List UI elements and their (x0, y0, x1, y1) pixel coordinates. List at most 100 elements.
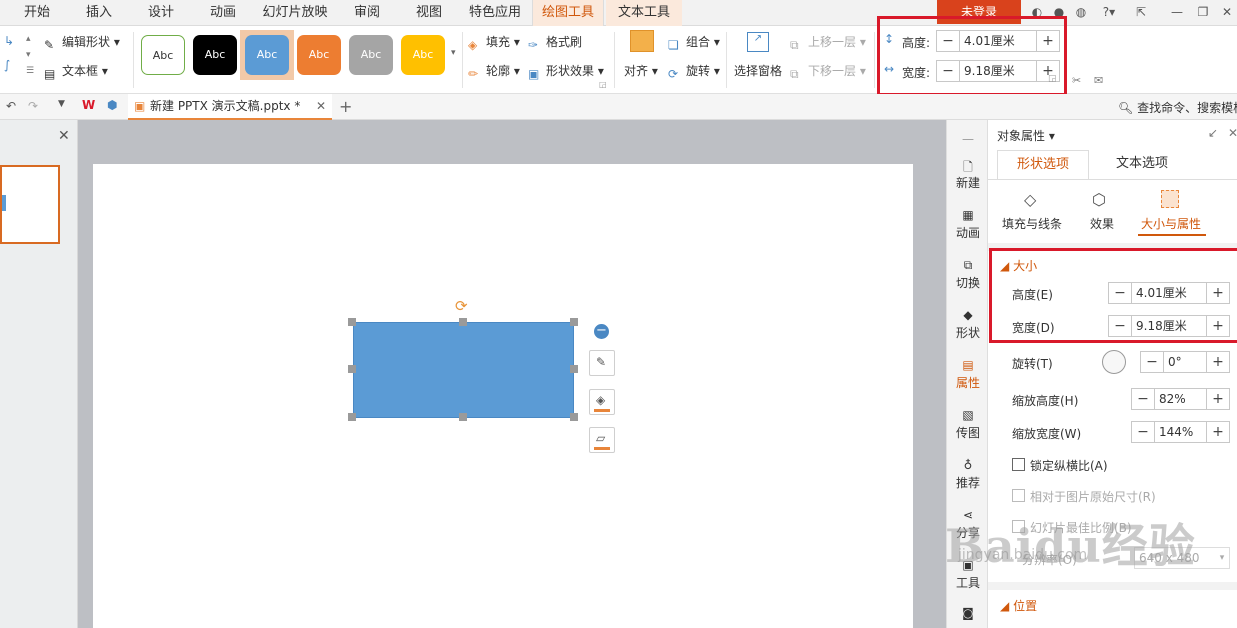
resize-handle[interactable] (348, 318, 356, 326)
menu-review[interactable]: 审阅 (344, 0, 390, 26)
style-swatch-gray[interactable]: Abc (349, 35, 393, 75)
fill-button[interactable]: ◈ 填充 ▾ (468, 33, 520, 52)
rotation-input[interactable]: 0° (1163, 352, 1207, 372)
wps-logo-icon[interactable]: W (82, 98, 95, 112)
menu-slideshow[interactable]: 幻灯片放映 (258, 0, 332, 26)
tab-shape-options[interactable]: 形状选项 (997, 150, 1089, 180)
redo-icon[interactable]: ↷ (28, 99, 38, 113)
subtab-fill-line[interactable]: 填充与线条 (1002, 215, 1062, 232)
sidebar-collapse-icon[interactable]: — (947, 132, 989, 146)
decrease-icon[interactable]: − (1132, 422, 1154, 442)
style-swatch-outline-green[interactable]: Abc (141, 35, 185, 75)
new-tab-button[interactable]: + (339, 97, 352, 116)
float-edit-shape-button[interactable]: ✎ (589, 350, 615, 376)
textbox-button[interactable]: ▤ 文本框 ▾ (44, 62, 108, 81)
collapse-ribbon-icon[interactable]: ⇱ (1134, 5, 1148, 19)
slide-thumbnail-1[interactable] (0, 165, 60, 244)
panel-title[interactable]: 对象属性 ▾ (997, 127, 1055, 144)
undo-icon[interactable]: ↶ (6, 99, 16, 113)
resize-handle[interactable] (459, 318, 467, 326)
sidebar-item-camera[interactable]: ◙ (947, 606, 989, 622)
document-tab[interactable]: ▣ 新建 PPTX 演示文稿.pptx * ✕ (128, 94, 332, 120)
sidebar-item-upload-image[interactable]: ▧ 传图 (947, 408, 989, 441)
shape-effects-button[interactable]: ▣ 形状效果 ▾ (528, 62, 604, 81)
menu-insert[interactable]: 插入 (74, 0, 124, 26)
more-styles-icon[interactable]: ▾ (451, 48, 456, 58)
minimize-icon[interactable]: — (1170, 5, 1184, 19)
menu-home[interactable]: 开始 (12, 0, 62, 26)
rotate-button[interactable]: ⟳ 旋转 ▾ (668, 62, 720, 81)
dialog-launcher-icon[interactable]: ◲ (599, 80, 607, 89)
increase-icon[interactable]: + (1207, 422, 1229, 442)
command-search[interactable]: 🔍︎ 查找命令、搜索模板 (1118, 99, 1237, 116)
comment-icon[interactable]: ✉ (1094, 74, 1103, 87)
share-icon[interactable]: ◍ (1074, 5, 1088, 19)
resize-handle[interactable] (570, 318, 578, 326)
shape-icon[interactable]: ↳ (4, 34, 14, 48)
menu-design[interactable]: 设计 (136, 0, 186, 26)
close-icon[interactable]: ✕ (1220, 5, 1234, 19)
float-outline-button[interactable]: ▱ (589, 427, 615, 453)
style-swatch-blue[interactable]: Abc (245, 35, 289, 75)
curve-icon[interactable]: ∫ (4, 58, 10, 72)
rotation-dial-icon[interactable] (1102, 350, 1126, 374)
tab-text-options[interactable]: 文本选项 (1096, 150, 1188, 180)
resize-handle[interactable] (348, 365, 356, 373)
resize-handle[interactable] (570, 365, 578, 373)
size-dialog-launcher-icon[interactable]: ◲ (1048, 74, 1057, 84)
lock-ratio-checkbox[interactable] (1012, 458, 1025, 471)
restore-icon[interactable]: ❐ (1196, 5, 1210, 19)
rotation-stepper[interactable]: − 0° + (1140, 351, 1230, 373)
increase-icon[interactable]: + (1207, 352, 1229, 372)
float-panel-icon[interactable]: ↙ (1208, 126, 1218, 140)
style-swatch-gold[interactable]: Abc (401, 35, 445, 75)
decrease-icon[interactable]: − (1141, 352, 1163, 372)
sidebar-item-shape[interactable]: ◆ 形状 (947, 308, 989, 341)
resize-handle[interactable] (348, 413, 356, 421)
close-panel-icon[interactable]: ✕ (1228, 126, 1237, 140)
resize-handle[interactable] (459, 413, 467, 421)
scroll-down-icon[interactable]: ▾ (26, 50, 31, 60)
send-backward-button[interactable]: ⧉ 下移一层 ▾ (790, 62, 866, 81)
format-painter-button[interactable]: ✑ 格式刷 (528, 33, 582, 52)
sidebar-item-recommend[interactable]: ♁ 推荐 (947, 458, 989, 491)
decrease-icon[interactable]: − (1132, 389, 1154, 409)
edit-shape-button[interactable]: ✎ 编辑形状 ▾ (44, 33, 120, 52)
bring-forward-button[interactable]: ⧉ 上移一层 ▾ (790, 33, 866, 52)
style-swatch-orange[interactable]: Abc (297, 35, 341, 75)
group-button[interactable]: ❏ 组合 ▾ (668, 33, 720, 52)
outline-button[interactable]: ✏ 轮廓 ▾ (468, 62, 520, 81)
collapse-float-toolbar-icon[interactable]: − (594, 324, 609, 339)
relative-original-checkbox[interactable] (1012, 489, 1025, 502)
section-position-header[interactable]: ◢ 位置 (1000, 597, 1037, 614)
subtab-size-properties[interactable]: 大小与属性 (1141, 215, 1201, 232)
rotate-handle-icon[interactable]: ⟳ (455, 297, 468, 315)
menu-view[interactable]: 视图 (406, 0, 452, 26)
selection-pane-button[interactable]: 选择窗格 (734, 62, 782, 79)
align-button[interactable]: 对齐 ▾ (624, 62, 658, 79)
tools-icon[interactable]: ✂ (1072, 74, 1081, 87)
menu-features[interactable]: 特色应用 (464, 0, 526, 26)
menu-text-tools[interactable]: 文本工具 (606, 0, 682, 26)
subtab-effects[interactable]: 效果 (1090, 215, 1114, 232)
increase-icon[interactable]: + (1207, 389, 1229, 409)
scale-height-input[interactable]: 82% (1154, 389, 1207, 409)
sidebar-item-animation[interactable]: ▦ 动画 (947, 208, 989, 241)
close-pane-icon[interactable]: ✕ (58, 128, 70, 144)
sidebar-item-transition[interactable]: ⧉ 切换 (947, 258, 989, 291)
close-tab-icon[interactable]: ✕ (316, 94, 326, 118)
quick-access-menu-icon[interactable]: ▼ (58, 99, 65, 109)
selected-rectangle-shape[interactable] (353, 322, 574, 418)
style-swatch-black[interactable]: Abc (193, 35, 237, 75)
cloud-docs-icon[interactable]: ⬢ (107, 98, 117, 112)
float-fill-button[interactable]: ◈ (589, 389, 615, 415)
scale-width-stepper[interactable]: − 144% + (1131, 421, 1230, 443)
menu-animation[interactable]: 动画 (198, 0, 248, 26)
scroll-up-icon[interactable]: ▴ (26, 34, 31, 44)
help-icon[interactable]: ?▾ (1098, 5, 1120, 19)
scale-width-input[interactable]: 144% (1154, 422, 1207, 442)
sidebar-item-properties[interactable]: ▤ 属性 (947, 358, 989, 391)
menu-drawing-tools[interactable]: 绘图工具 (532, 0, 604, 27)
scale-height-stepper[interactable]: − 82% + (1131, 388, 1230, 410)
resize-handle[interactable] (570, 413, 578, 421)
